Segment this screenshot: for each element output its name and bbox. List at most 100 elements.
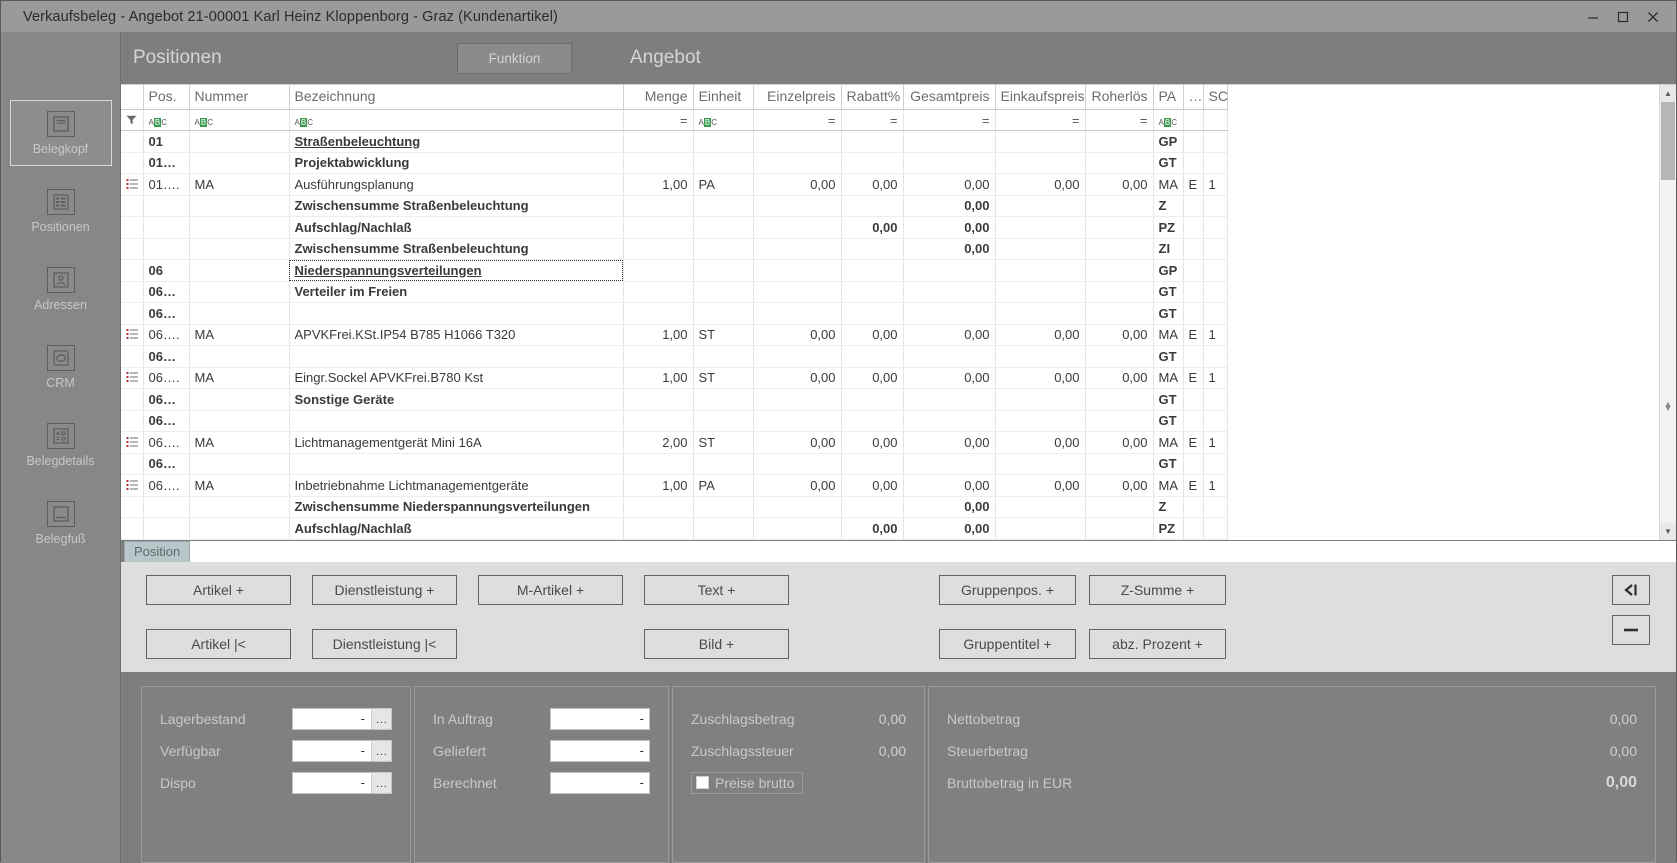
cell-bezeichnung[interactable]: Zwischensumme Straßenbeleuchtung [289, 195, 623, 217]
cell-gesamtpreis[interactable]: 0,00 [903, 518, 995, 540]
cell-menge[interactable] [623, 453, 693, 475]
cell-nummer[interactable] [189, 518, 289, 540]
filter-text-icon-nummer[interactable]: ABC [189, 110, 289, 131]
cell-pos[interactable] [143, 195, 189, 217]
scroll-thumb[interactable] [1661, 102, 1675, 180]
cell-einzelpreis[interactable]: 0,00 [753, 432, 841, 454]
cell-gesamtpreis[interactable] [903, 410, 995, 432]
cell-dots[interactable]: E [1183, 367, 1203, 389]
cell-pos[interactable]: 06… [143, 281, 189, 303]
cell-einkaufspreis[interactable] [995, 518, 1085, 540]
cell-menge[interactable] [623, 410, 693, 432]
cell-nummer[interactable] [189, 238, 289, 260]
column-header-pos[interactable]: Pos. [143, 85, 189, 110]
cell-sc[interactable]: 1 [1203, 324, 1227, 346]
cell-menge[interactable]: 1,00 [623, 475, 693, 497]
cell-einheit[interactable] [693, 389, 753, 411]
cell-pa[interactable]: GP [1153, 131, 1183, 153]
cell-pos[interactable]: 06… [143, 303, 189, 325]
cell-einkaufspreis[interactable] [995, 131, 1085, 153]
cell-einkaufspreis[interactable] [995, 410, 1085, 432]
cell-roherloes[interactable] [1085, 195, 1153, 217]
sidebar-item-adressen[interactable]: Adressen [10, 256, 112, 322]
ellipsis-icon[interactable]: … [371, 741, 391, 761]
cell-einkaufspreis[interactable]: 0,00 [995, 475, 1085, 497]
cell-menge[interactable] [623, 238, 693, 260]
scroll-track[interactable]: ▲▼ [1660, 102, 1676, 523]
cell-sc[interactable] [1203, 518, 1227, 540]
cell-gesamtpreis[interactable] [903, 281, 995, 303]
cell-gesamtpreis[interactable] [903, 389, 995, 411]
cell-roherloes[interactable] [1085, 389, 1153, 411]
cell-bezeichnung[interactable]: Straßenbeleuchtung [289, 131, 623, 153]
table-row[interactable]: 06….MALichtmanagementgerät Mini 16A2,00S… [121, 432, 1227, 454]
cell-pa[interactable]: MA [1153, 432, 1183, 454]
row-list-icon[interactable] [121, 475, 143, 497]
cell-nummer[interactable]: MA [189, 432, 289, 454]
cell-dots[interactable]: E [1183, 432, 1203, 454]
cell-nummer[interactable] [189, 152, 289, 174]
cell-menge[interactable] [623, 217, 693, 239]
cell-bezeichnung[interactable]: Aufschlag/Nachlaß [289, 217, 623, 239]
button-artikel[interactable]: Artikel |< [146, 629, 291, 659]
checkbox-box[interactable] [696, 776, 709, 789]
cell-roherloes[interactable]: 0,00 [1085, 475, 1153, 497]
cell-dots[interactable]: E [1183, 324, 1203, 346]
cell-einzelpreis[interactable] [753, 260, 841, 282]
table-row[interactable]: Aufschlag/Nachlaß0,000,00PZ [121, 518, 1227, 540]
cell-einkaufspreis[interactable]: 0,00 [995, 174, 1085, 196]
cell-roherloes[interactable] [1085, 152, 1153, 174]
table-row[interactable]: 06…GT [121, 410, 1227, 432]
cell-einheit[interactable]: ST [693, 367, 753, 389]
cell-einheit[interactable] [693, 281, 753, 303]
column-header-sc[interactable]: SC [1203, 85, 1227, 110]
cell-sc[interactable] [1203, 260, 1227, 282]
table-row[interactable]: 06…Verteiler im FreienGT [121, 281, 1227, 303]
column-header-pa[interactable]: PA [1153, 85, 1183, 110]
row-list-icon[interactable] [121, 324, 143, 346]
table-row[interactable]: 06…GT [121, 453, 1227, 475]
cell-einzelpreis[interactable]: 0,00 [753, 367, 841, 389]
column-header-bezeichnung[interactable]: Bezeichnung [289, 85, 623, 110]
cell-einzelpreis[interactable]: 0,00 [753, 174, 841, 196]
cell-dots[interactable] [1183, 518, 1203, 540]
cell-bezeichnung[interactable] [289, 303, 623, 325]
cell-roherloes[interactable] [1085, 303, 1153, 325]
cell-gesamtpreis[interactable] [903, 303, 995, 325]
cell-sc[interactable] [1203, 238, 1227, 260]
table-row[interactable]: 01….MAAusführungsplanung1,00PA0,000,000,… [121, 174, 1227, 196]
column-header-einheit[interactable]: Einheit [693, 85, 753, 110]
cell-rabatt[interactable] [841, 389, 903, 411]
cell-bezeichnung[interactable]: Zwischensumme Straßenbeleuchtung [289, 238, 623, 260]
column-header-einkaufspreis[interactable]: Einkaufspreis [995, 85, 1085, 110]
cell-rabatt[interactable]: 0,00 [841, 432, 903, 454]
cell-dots[interactable] [1183, 496, 1203, 518]
table-row[interactable]: Aufschlag/Nachlaß0,000,00PZ [121, 217, 1227, 239]
cell-menge[interactable] [623, 152, 693, 174]
cell-einkaufspreis[interactable] [995, 238, 1085, 260]
cell-menge[interactable] [623, 346, 693, 368]
cell-pa[interactable]: PZ [1153, 217, 1183, 239]
cell-menge[interactable] [623, 281, 693, 303]
cell-pa[interactable]: MA [1153, 367, 1183, 389]
cell-sc[interactable]: 1 [1203, 174, 1227, 196]
tab-position[interactable]: Position [124, 541, 190, 562]
scroll-down-icon[interactable]: ▼ [1660, 523, 1676, 540]
cell-pa[interactable]: Z [1153, 496, 1183, 518]
maximize-icon[interactable] [1608, 4, 1638, 30]
cell-dots[interactable] [1183, 238, 1203, 260]
sidebar-item-positionen[interactable]: Positionen [10, 178, 112, 244]
sidebar-item-belegfu-[interactable]: Belegfuß [10, 490, 112, 556]
button-m-artikel[interactable]: M-Artikel + [478, 575, 623, 605]
cell-rabatt[interactable] [841, 346, 903, 368]
table-row[interactable]: 06…GT [121, 346, 1227, 368]
cell-menge[interactable] [623, 260, 693, 282]
cell-gesamtpreis[interactable]: 0,00 [903, 217, 995, 239]
cell-einheit[interactable]: PA [693, 475, 753, 497]
button-gruppenpos[interactable]: Gruppenpos. + [939, 575, 1076, 605]
cell-sc[interactable] [1203, 281, 1227, 303]
cell-pa[interactable]: MA [1153, 324, 1183, 346]
cell-gesamtpreis[interactable]: 0,00 [903, 195, 995, 217]
cell-bezeichnung[interactable]: Zwischensumme Niederspannungsverteilunge… [289, 496, 623, 518]
filter-text-icon-pa[interactable]: ABC [1153, 110, 1183, 131]
